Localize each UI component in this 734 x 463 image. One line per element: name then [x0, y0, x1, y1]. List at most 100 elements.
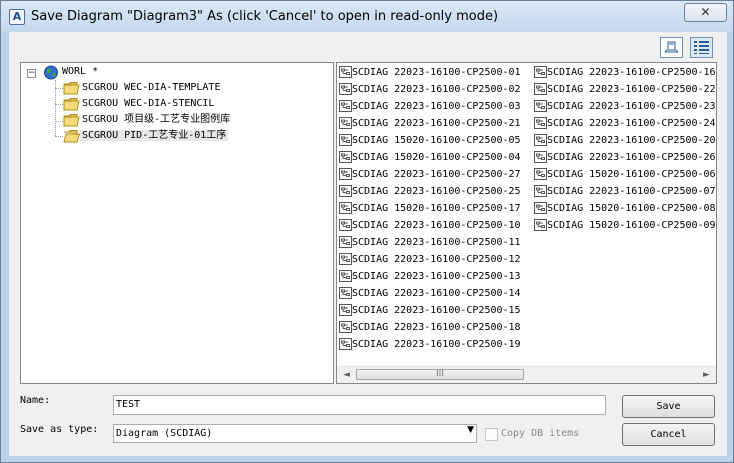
file-item-label: SCDIAG 22023-16100-CP2500-15 [352, 305, 521, 316]
scroll-left-arrow-icon[interactable]: ◄ [338, 367, 355, 383]
diagram-file-icon [339, 270, 352, 282]
close-button[interactable]: ✕ [684, 3, 727, 22]
file-item[interactable]: SCDIAG 22023-16100-CP2500-20 [534, 132, 716, 149]
file-item[interactable]: SCDIAG 22023-16100-CP2500-12 [339, 251, 521, 268]
diagram-file-icon [534, 66, 547, 78]
file-item[interactable]: SCDIAG 22023-16100-CP2500-21 [339, 115, 521, 132]
diagram-file-icon [534, 168, 547, 180]
file-item[interactable]: SCDIAG 15020-16100-CP2500-17 [339, 200, 521, 217]
diagram-file-icon [339, 287, 352, 299]
file-item[interactable]: SCDIAG 15020-16100-CP2500-06 [534, 166, 716, 183]
tree-item-pid-process[interactable]: SCGROU PID-工艺专业-01工序 [63, 128, 229, 144]
file-item[interactable]: SCDIAG 22023-16100-CP2500-16 [534, 64, 716, 81]
diagram-file-icon [339, 83, 352, 95]
file-item[interactable]: SCDIAG 22023-16100-CP2500-02 [339, 81, 521, 98]
tree-guide-line [55, 88, 63, 89]
file-item-label: SCDIAG 22023-16100-CP2500-21 [352, 118, 521, 129]
diagram-file-icon [339, 219, 352, 231]
file-item-label: SCDIAG 22023-16100-CP2500-26 [547, 152, 716, 163]
tree-node-label: WORL * [62, 66, 99, 77]
file-item-label: SCDIAG 22023-16100-CP2500-14 [352, 288, 521, 299]
file-item-label: SCDIAG 22023-16100-CP2500-19 [352, 339, 521, 350]
tree-item-legend-library[interactable]: SCGROU 项目级-工艺专业图例库 [63, 112, 232, 128]
file-item[interactable]: SCDIAG 15020-16100-CP2500-09 [534, 217, 716, 234]
file-item[interactable]: SCDIAG 22023-16100-CP2500-27 [339, 166, 521, 183]
scroll-right-arrow-icon[interactable]: ► [698, 367, 715, 383]
horizontal-scrollbar[interactable]: ◄ III ► [337, 366, 716, 383]
name-input[interactable]: TEST [113, 395, 606, 415]
save-as-type-select[interactable]: Diagram (SCDIAG) ▼ [113, 424, 477, 443]
file-item[interactable]: SCDIAG 22023-16100-CP2500-01 [339, 64, 521, 81]
folder-icon [63, 82, 80, 95]
diagram-file-icon [339, 202, 352, 214]
dialog-body: − WORL * SCGROU WEC-DIA-TEMPLATE SCGROU … [9, 32, 727, 456]
file-item[interactable]: SCDIAG 22023-16100-CP2500-22 [534, 81, 716, 98]
save-as-type-label: Save as type: [20, 424, 99, 435]
tree-node-label: SCGROU 项目级-工艺专业图例库 [82, 114, 231, 125]
tree-root-world[interactable]: WORL * [43, 64, 100, 80]
diagram-file-icon [339, 117, 352, 129]
file-item[interactable]: SCDIAG 15020-16100-CP2500-04 [339, 149, 521, 166]
file-item[interactable]: SCDIAG 22023-16100-CP2500-13 [339, 268, 521, 285]
file-item-label: SCDIAG 22023-16100-CP2500-02 [352, 84, 521, 95]
file-item[interactable]: SCDIAG 22023-16100-CP2500-26 [534, 149, 716, 166]
tree-guide-line [55, 136, 63, 137]
file-item-label: SCDIAG 22023-16100-CP2500-03 [352, 101, 521, 112]
file-item-label: SCDIAG 22023-16100-CP2500-11 [352, 237, 521, 248]
details-view-icon [694, 41, 709, 54]
copy-db-items-checkbox[interactable] [485, 428, 498, 441]
folder-icon [63, 114, 80, 127]
tree-node-label: SCGROU WEC-DIA-TEMPLATE [82, 82, 221, 93]
file-item[interactable]: SCDIAG 22023-16100-CP2500-25 [339, 183, 521, 200]
file-item[interactable]: SCDIAG 22023-16100-CP2500-14 [339, 285, 521, 302]
diagram-file-icon [534, 151, 547, 163]
file-item-label: SCDIAG 22023-16100-CP2500-07 [547, 186, 716, 197]
tree-item-wec-dia-template[interactable]: SCGROU WEC-DIA-TEMPLATE [63, 80, 222, 96]
collapse-expander-icon[interactable]: − [27, 69, 36, 78]
tree-item-wec-dia-stencil[interactable]: SCGROU WEC-DIA-STENCIL [63, 96, 216, 112]
folder-tree[interactable]: − WORL * SCGROU WEC-DIA-TEMPLATE SCGROU … [20, 62, 334, 384]
file-item-label: SCDIAG 22023-16100-CP2500-25 [352, 186, 521, 197]
file-item[interactable]: SCDIAG 15020-16100-CP2500-05 [339, 132, 521, 149]
details-view-button[interactable] [690, 37, 713, 58]
file-item[interactable]: SCDIAG 22023-16100-CP2500-07 [534, 183, 716, 200]
app-icon: A [9, 9, 25, 25]
file-item-label: SCDIAG 15020-16100-CP2500-04 [352, 152, 521, 163]
diagram-file-icon [339, 134, 352, 146]
file-item[interactable]: SCDIAG 22023-16100-CP2500-24 [534, 115, 716, 132]
tree-guide-line [55, 121, 63, 122]
file-item[interactable]: SCDIAG 22023-16100-CP2500-03 [339, 98, 521, 115]
file-item-label: SCDIAG 22023-16100-CP2500-22 [547, 84, 716, 95]
file-item-label: SCDIAG 15020-16100-CP2500-08 [547, 203, 716, 214]
file-item[interactable]: SCDIAG 22023-16100-CP2500-23 [534, 98, 716, 115]
save-button[interactable]: Save [622, 395, 715, 418]
file-item[interactable]: SCDIAG 22023-16100-CP2500-10 [339, 217, 521, 234]
diagram-file-icon [339, 304, 352, 316]
name-label: Name: [20, 395, 51, 406]
file-item[interactable]: SCDIAG 22023-16100-CP2500-15 [339, 302, 521, 319]
file-item[interactable]: SCDIAG 15020-16100-CP2500-08 [534, 200, 716, 217]
file-item-label: SCDIAG 15020-16100-CP2500-09 [547, 220, 716, 231]
diagram-file-icon [339, 236, 352, 248]
file-item-label: SCDIAG 22023-16100-CP2500-27 [352, 169, 521, 180]
file-list[interactable]: SCDIAG 22023-16100-CP2500-01 SCDIAG 22023… [336, 62, 717, 384]
dropdown-arrow-icon[interactable]: ▼ [467, 425, 474, 435]
diagram-file-icon [339, 253, 352, 265]
file-item[interactable]: SCDIAG 22023-16100-CP2500-18 [339, 319, 521, 336]
folder-icon [63, 98, 80, 111]
diagram-file-icon [339, 185, 352, 197]
save-as-type-value: Diagram (SCDIAG) [116, 428, 213, 439]
title-bar[interactable]: A Save Diagram "Diagram3" As (click 'Can… [1, 1, 733, 32]
globe-icon [44, 65, 58, 80]
file-item[interactable]: SCDIAG 22023-16100-CP2500-19 [339, 336, 521, 353]
folder-open-icon [63, 130, 80, 143]
list-view-button[interactable] [660, 37, 683, 58]
file-item[interactable]: SCDIAG 22023-16100-CP2500-11 [339, 234, 521, 251]
file-item-label: SCDIAG 22023-16100-CP2500-23 [547, 101, 716, 112]
file-item-label: SCDIAG 22023-16100-CP2500-16 [547, 67, 716, 78]
tree-node-label: SCGROU PID-工艺专业-01工序 [80, 130, 229, 141]
cancel-button[interactable]: Cancel [622, 423, 715, 446]
scrollbar-thumb[interactable]: III [356, 369, 524, 380]
file-item-label: SCDIAG 15020-16100-CP2500-17 [352, 203, 521, 214]
file-item-label: SCDIAG 22023-16100-CP2500-01 [352, 67, 521, 78]
